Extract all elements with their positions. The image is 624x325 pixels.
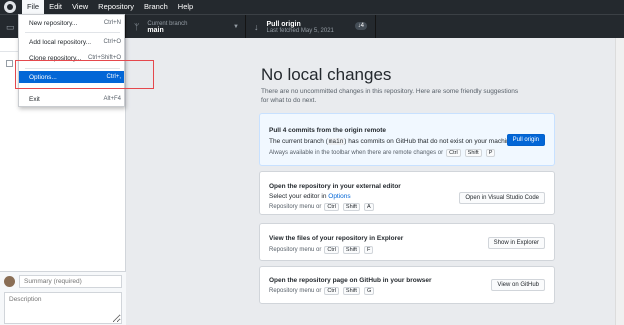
menu-item-add-local-repository[interactable]: Add local repository... Ctrl+O xyxy=(19,36,124,48)
github-logo-icon xyxy=(4,1,16,13)
view-on-github-button[interactable]: View on GitHub xyxy=(491,279,545,291)
branch-caption: Current branch xyxy=(147,20,188,27)
pull-card-title: Pull 4 commits from the origin remote xyxy=(269,127,387,134)
pull-subtitle: Last fetched May 5, 2021 xyxy=(266,27,334,34)
pull-title: Pull origin xyxy=(266,20,301,28)
pull-origin-button[interactable]: ↓ Pull origin Last fetched May 5, 2021 ↓… xyxy=(246,15,376,39)
description-input[interactable] xyxy=(4,292,122,324)
editor-card-title: Open the repository in your external edi… xyxy=(269,183,401,190)
page-title: No local changes xyxy=(261,65,392,84)
key-shift: Shift xyxy=(342,246,360,254)
menu-file[interactable]: File xyxy=(22,0,45,14)
key-p: P xyxy=(485,149,496,157)
menu-help[interactable]: Help xyxy=(173,0,198,14)
editor-card: Open the repository in your external edi… xyxy=(259,171,555,215)
explorer-card: View the files of your repository in Exp… xyxy=(259,223,555,261)
repo-icon: ▭ xyxy=(6,21,15,32)
key-ctrl: Ctrl xyxy=(446,149,461,157)
github-card-hint: Repository menu or Ctrl Shift G xyxy=(269,287,375,295)
key-shift: Shift xyxy=(342,203,360,211)
editor-card-line: Select your editor in Options xyxy=(269,193,351,200)
menu-item-exit[interactable]: Exit Alt+F4 xyxy=(19,93,124,105)
menu-branch[interactable]: Branch xyxy=(139,0,173,14)
branch-code: main xyxy=(327,138,345,145)
page-description: There are no uncommitted changes in this… xyxy=(261,88,519,104)
key-shift: Shift xyxy=(464,149,482,157)
branch-icon: ᛘ xyxy=(134,22,140,32)
key-ctrl: Ctrl xyxy=(324,287,339,295)
pull-count: 4 xyxy=(360,23,364,29)
pull-count-badge: ↓4 xyxy=(354,22,367,30)
current-branch-button[interactable]: ᛘ Current branch main ▼ xyxy=(126,15,246,39)
key-g: G xyxy=(363,287,375,295)
chevron-down-icon: ▼ xyxy=(233,24,239,30)
arrow-down-icon: ↓ xyxy=(254,22,259,32)
open-in-editor-button[interactable]: Open in Visual Studio Code xyxy=(459,192,545,204)
summary-input[interactable] xyxy=(19,275,122,288)
scrollbar[interactable] xyxy=(615,38,624,325)
select-all-checkbox[interactable] xyxy=(6,60,13,67)
github-card: Open the repository page on GitHub in yo… xyxy=(259,266,555,304)
pull-card-line: The current branch (main) has commits on… xyxy=(269,138,516,145)
menu-divider xyxy=(25,32,120,33)
explorer-card-title: View the files of your repository in Exp… xyxy=(269,235,404,242)
menu-bar: File Edit View Repository Branch Help xyxy=(0,0,624,14)
show-in-explorer-button[interactable]: Show in Explorer xyxy=(487,237,545,249)
key-f: F xyxy=(363,246,374,254)
pull-card-hint: Always available in the toolbar when the… xyxy=(269,149,496,157)
editor-card-hint: Repository menu or Ctrl Shift A xyxy=(269,203,375,211)
main-content: No local changes There are no uncommitte… xyxy=(127,38,624,325)
key-a: A xyxy=(363,203,374,211)
pull-card: Pull 4 commits from the origin remote Th… xyxy=(259,113,555,166)
menu-view[interactable]: View xyxy=(67,0,93,14)
menu-repository[interactable]: Repository xyxy=(93,0,139,14)
branch-name: main xyxy=(147,26,164,34)
explorer-card-hint: Repository menu or Ctrl Shift F xyxy=(269,246,374,254)
options-link[interactable]: Options xyxy=(328,193,350,200)
menu-item-new-repository[interactable]: New repository... Ctrl+N xyxy=(19,17,124,29)
commit-area xyxy=(0,271,126,325)
key-shift: Shift xyxy=(342,287,360,295)
key-ctrl: Ctrl xyxy=(324,203,339,211)
highlight-annotation-box xyxy=(15,60,154,89)
key-ctrl: Ctrl xyxy=(324,246,339,254)
menu-edit[interactable]: Edit xyxy=(44,0,67,14)
avatar xyxy=(4,276,15,287)
pull-origin-card-button[interactable]: Pull origin xyxy=(506,134,545,146)
github-card-title: Open the repository page on GitHub in yo… xyxy=(269,277,432,284)
